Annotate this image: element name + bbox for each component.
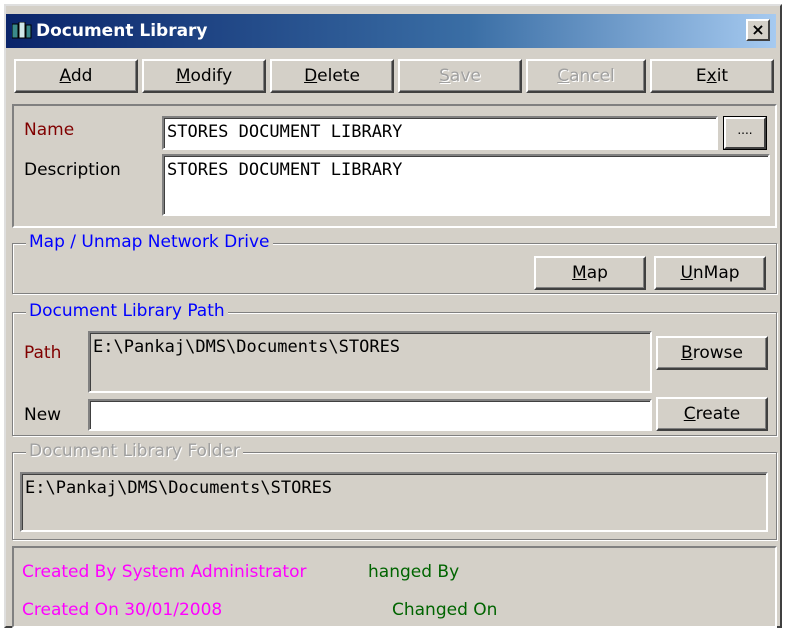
created-by-text: Created By System Administrator (22, 562, 307, 582)
description-label: Description (24, 160, 121, 180)
close-button[interactable]: × (746, 19, 770, 41)
library-icon (12, 22, 32, 39)
delete-button[interactable]: Delete (270, 59, 394, 93)
changed-on-text: Changed On (392, 600, 498, 620)
new-folder-input[interactable] (88, 399, 652, 431)
path-label: Path (24, 343, 62, 363)
save-button[interactable]: Save (398, 59, 522, 93)
created-on-text: Created On 30/01/2008 (22, 600, 223, 620)
title-bar: Document Library × (6, 14, 776, 48)
window-title: Document Library (36, 21, 208, 41)
create-button[interactable]: Create (656, 397, 768, 431)
description-field[interactable]: STORES DOCUMENT LIBRARY (162, 154, 770, 216)
name-field[interactable]: STORES DOCUMENT LIBRARY (162, 116, 718, 150)
name-lookup-button[interactable]: .... (723, 116, 767, 150)
library-folder-title: Document Library Folder (26, 441, 243, 461)
changed-by-text: hanged By (368, 562, 460, 582)
browse-button[interactable]: Browse (656, 336, 768, 370)
path-field: E:\Pankaj\DMS\Documents\STORES (88, 331, 652, 393)
folder-field: E:\Pankaj\DMS\Documents\STORES (20, 472, 768, 532)
library-path-title: Document Library Path (26, 301, 228, 321)
map-button[interactable]: Map (534, 256, 646, 290)
exit-button[interactable]: Exit (650, 59, 774, 93)
unmap-button[interactable]: UnMap (654, 256, 766, 290)
add-button[interactable]: Add (14, 59, 138, 93)
modify-button[interactable]: Modify (142, 59, 266, 93)
cancel-button[interactable]: Cancel (526, 59, 646, 93)
new-label: New (24, 405, 62, 425)
name-label: Name (24, 120, 75, 140)
network-drive-title: Map / Unmap Network Drive (26, 232, 273, 252)
close-icon: × (751, 20, 765, 39)
